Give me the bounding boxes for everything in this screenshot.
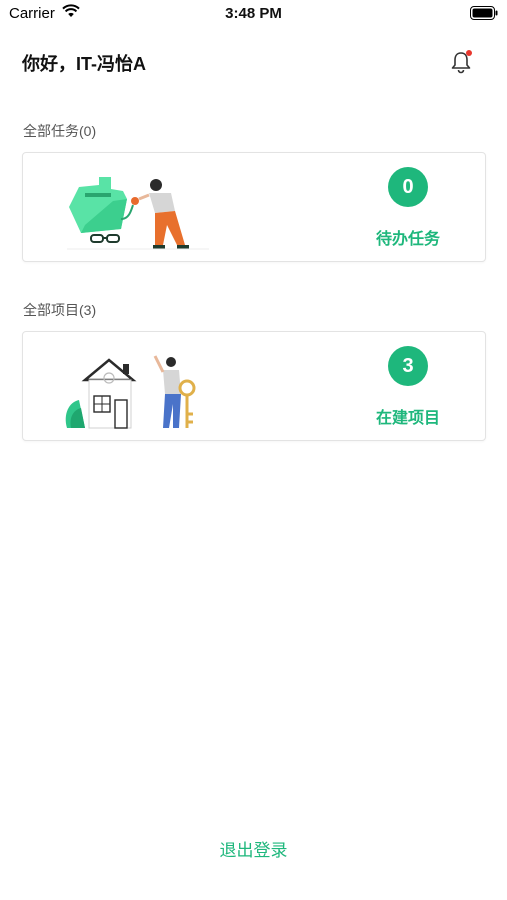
- logout-button[interactable]: 退出登录: [0, 836, 507, 861]
- tasks-count-badge: 0: [388, 167, 428, 207]
- status-time: 3:48 PM: [225, 5, 282, 22]
- status-bar: Carrier 3:48 PM: [0, 0, 507, 28]
- projects-card[interactable]: 3 在建项目: [22, 331, 486, 441]
- tasks-count-label: 待办任务: [375, 231, 440, 248]
- notification-dot: [466, 50, 472, 56]
- tasks-card[interactable]: 0 待办任务: [22, 152, 486, 262]
- projects-count-badge: 3: [388, 346, 428, 386]
- projects-section-title: 全部项目(3): [23, 302, 97, 318]
- notification-bell-icon[interactable]: [448, 48, 474, 76]
- projects-count-label: 在建项目: [375, 410, 440, 427]
- header: 你好，IT-冯怡A: [0, 44, 507, 80]
- tasks-section-title: 全部任务(0): [23, 123, 97, 139]
- projects-illustration: [65, 355, 196, 429]
- greeting-text: 你好，IT-冯怡A: [22, 54, 146, 74]
- battery-icon: [470, 6, 498, 20]
- tasks-illustration: [67, 177, 209, 250]
